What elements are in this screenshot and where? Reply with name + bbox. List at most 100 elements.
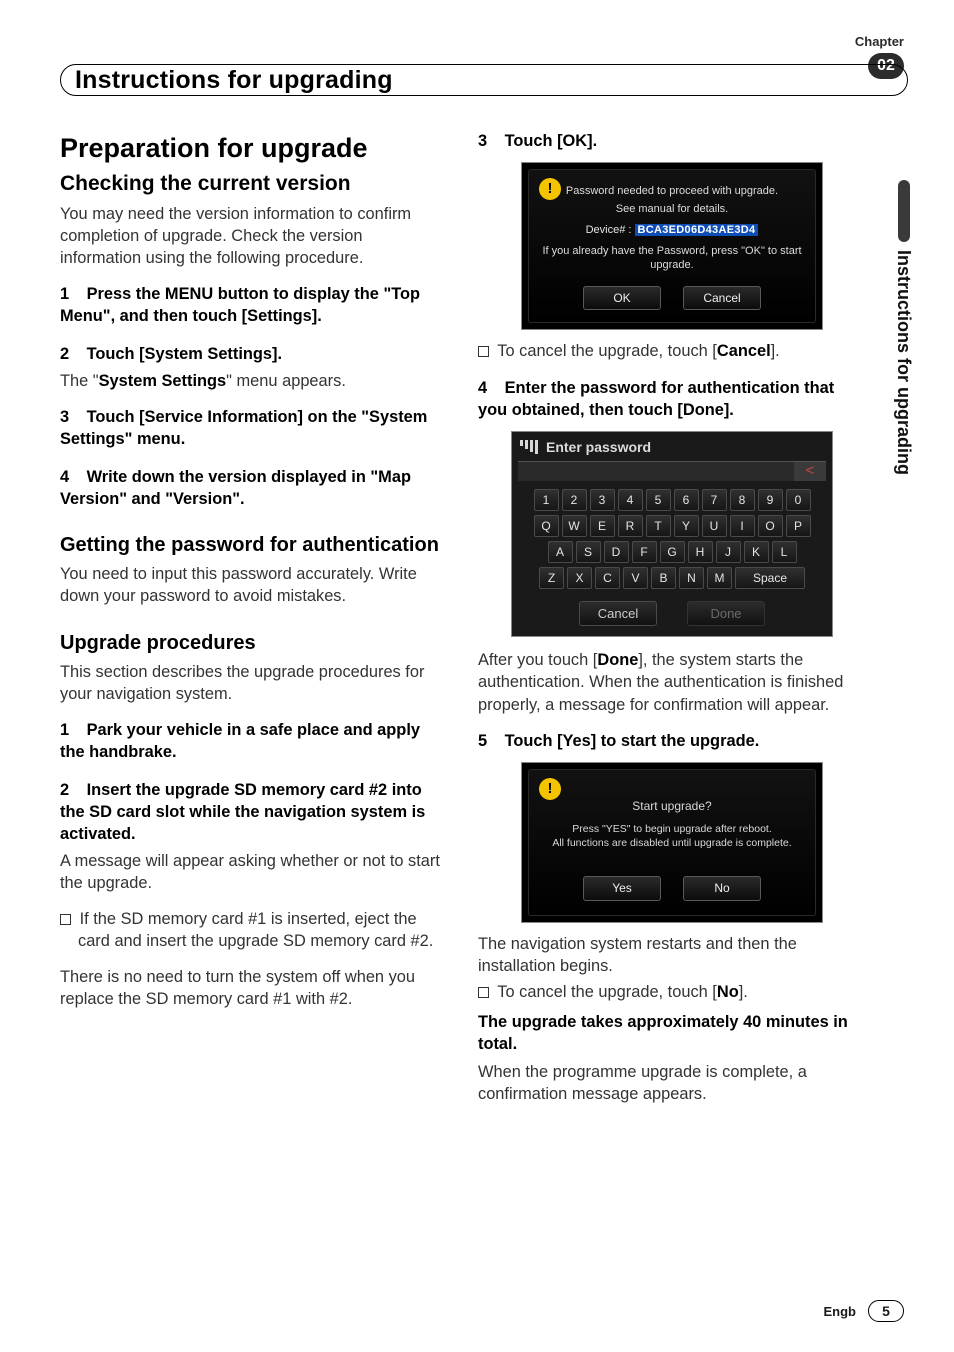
subsection-title: Getting the password for authentication xyxy=(60,532,448,559)
step-1: 1 Press the MENU button to display the "… xyxy=(60,283,448,327)
dialog-text: Password needed to proceed with upgrade. xyxy=(537,184,807,198)
screenshot-keyboard: Enter password < 1234567890 QWERTYUIOP A… xyxy=(511,431,833,637)
paragraph: You may need the version information to … xyxy=(60,203,448,269)
key-7[interactable]: 7 xyxy=(702,489,727,511)
ok-button[interactable]: OK xyxy=(583,286,661,310)
key-row-4: ZXCVBNMSpace xyxy=(512,565,832,591)
key-8[interactable]: 8 xyxy=(730,489,755,511)
key-i[interactable]: I xyxy=(730,515,755,537)
password-input[interactable]: < xyxy=(518,461,826,481)
checkbox-icon xyxy=(478,987,489,998)
key-3[interactable]: 3 xyxy=(590,489,615,511)
side-pill-icon xyxy=(898,180,910,242)
page-footer: Engb 5 xyxy=(824,1300,905,1322)
right-column: 3 Touch [OK]. ! Password needed to proce… xyxy=(478,124,908,1119)
step-2: 2 Touch [System Settings]. xyxy=(60,343,448,365)
left-column: Preparation for upgrade Checking the cur… xyxy=(60,124,448,1119)
key-x[interactable]: X xyxy=(567,567,592,589)
key-t[interactable]: T xyxy=(646,515,671,537)
dialog-text: See manual for details. xyxy=(537,202,807,216)
key-e[interactable]: E xyxy=(590,515,615,537)
language-code: Engb xyxy=(824,1304,857,1319)
key-row-3: ASDFGHJKL xyxy=(512,539,832,565)
bullet-note: To cancel the upgrade, touch [Cancel]. xyxy=(478,340,866,362)
step-text: Touch [Service Information] on the "Syst… xyxy=(60,408,427,448)
key-v[interactable]: V xyxy=(623,567,648,589)
dialog-text: Start upgrade? xyxy=(537,798,807,814)
key-d[interactable]: D xyxy=(604,541,629,563)
key-0[interactable]: 0 xyxy=(786,489,811,511)
backspace-icon[interactable]: < xyxy=(794,462,826,481)
proc-step-5: 5 Touch [Yes] to start the upgrade. xyxy=(478,730,866,752)
side-tab: Instructions for upgrading xyxy=(893,180,914,475)
key-f[interactable]: F xyxy=(632,541,657,563)
step-number: 4 xyxy=(60,466,82,488)
key-2[interactable]: 2 xyxy=(562,489,587,511)
subsection-title: Upgrade procedures xyxy=(60,630,448,657)
signal-icon xyxy=(520,440,538,454)
step-body: A message will appear asking whether or … xyxy=(60,850,448,894)
key-u[interactable]: U xyxy=(702,515,727,537)
step-number: 4 xyxy=(478,377,500,399)
subsection-title: Checking the current version xyxy=(60,170,448,198)
checkbox-icon xyxy=(60,914,71,925)
header-rule: Instructions for upgrading xyxy=(60,64,908,96)
key-z[interactable]: Z xyxy=(539,567,564,589)
key-k[interactable]: K xyxy=(744,541,769,563)
proc-step-2: 2 Insert the upgrade SD memory card #2 i… xyxy=(60,779,448,845)
key-o[interactable]: O xyxy=(758,515,783,537)
key-r[interactable]: R xyxy=(618,515,643,537)
step-text: Touch [Yes] to start the upgrade. xyxy=(505,732,760,750)
key-m[interactable]: M xyxy=(707,567,732,589)
paragraph: The navigation system restarts and then … xyxy=(478,933,866,977)
dialog-text: All functions are disabled until upgrade… xyxy=(537,836,807,850)
step-number: 3 xyxy=(478,130,500,152)
section-title: Preparation for upgrade xyxy=(60,130,448,166)
key-b[interactable]: B xyxy=(651,567,676,589)
dialog-text: If you already have the Password, press … xyxy=(537,244,807,273)
key-q[interactable]: Q xyxy=(534,515,559,537)
step-text: Insert the upgrade SD memory card #2 int… xyxy=(60,781,425,843)
step-number: 1 xyxy=(60,283,82,305)
key-c[interactable]: C xyxy=(595,567,620,589)
device-id: BCA3ED06D43AE3D4 xyxy=(635,224,759,236)
key-w[interactable]: W xyxy=(562,515,587,537)
warning-text: The upgrade takes approximately 40 minut… xyxy=(478,1011,866,1055)
key-l[interactable]: L xyxy=(772,541,797,563)
step-number: 1 xyxy=(60,719,82,741)
key-6[interactable]: 6 xyxy=(674,489,699,511)
step-number: 2 xyxy=(60,343,82,365)
cancel-button[interactable]: Cancel xyxy=(683,286,761,310)
proc-step-1: 1 Park your vehicle in a safe place and … xyxy=(60,719,448,763)
key-y[interactable]: Y xyxy=(674,515,699,537)
step-3: 3 Touch [Service Information] on the "Sy… xyxy=(60,406,448,450)
key-n[interactable]: N xyxy=(679,567,704,589)
paragraph: You need to input this password accurate… xyxy=(60,563,448,607)
keyboard-done-button[interactable]: Done xyxy=(687,601,765,627)
step-number: 3 xyxy=(60,406,82,428)
step-text: Press the MENU button to display the "To… xyxy=(60,285,420,325)
paragraph: After you touch [Done], the system start… xyxy=(478,649,866,715)
key-1[interactable]: 1 xyxy=(534,489,559,511)
step-body: The "System Settings" menu appears. xyxy=(60,370,448,392)
no-button[interactable]: No xyxy=(683,876,761,900)
yes-button[interactable]: Yes xyxy=(583,876,661,900)
key-s[interactable]: S xyxy=(576,541,601,563)
screenshot-start-upgrade: ! Start upgrade? Press "YES" to begin up… xyxy=(521,762,823,923)
keyboard-cancel-button[interactable]: Cancel xyxy=(579,601,657,627)
key-4[interactable]: 4 xyxy=(618,489,643,511)
step-number: 5 xyxy=(478,730,500,752)
key-p[interactable]: P xyxy=(786,515,811,537)
step-text: Touch [OK]. xyxy=(505,132,598,150)
key-j[interactable]: J xyxy=(716,541,741,563)
bullet-note: If the SD memory card #1 is inserted, ej… xyxy=(60,908,448,952)
key-space[interactable]: Space xyxy=(735,567,805,589)
key-g[interactable]: G xyxy=(660,541,685,563)
key-a[interactable]: A xyxy=(548,541,573,563)
header-title: Instructions for upgrading xyxy=(75,66,393,95)
key-9[interactable]: 9 xyxy=(758,489,783,511)
key-row-2: QWERTYUIOP xyxy=(512,513,832,539)
key-5[interactable]: 5 xyxy=(646,489,671,511)
key-h[interactable]: H xyxy=(688,541,713,563)
proc-step-4: 4 Enter the password for authentication … xyxy=(478,377,866,421)
